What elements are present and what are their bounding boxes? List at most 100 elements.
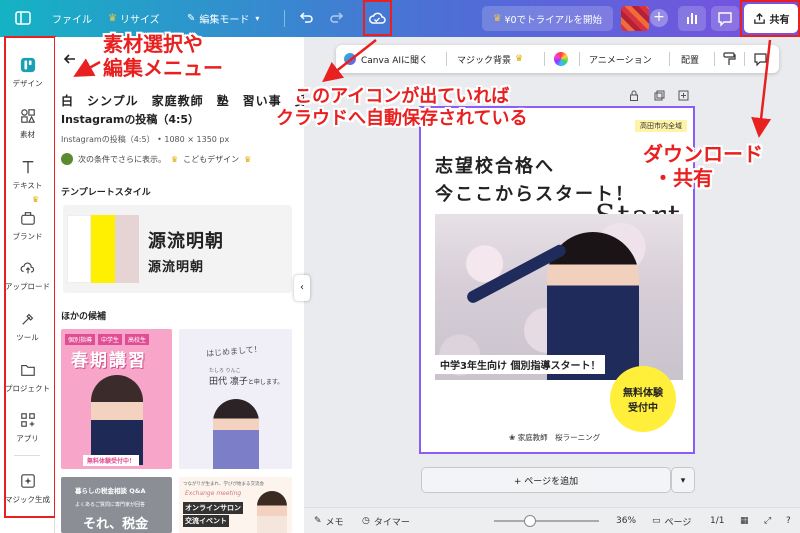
share-highlight-box <box>740 0 800 37</box>
fullscreen-button[interactable]: ⤢ <box>764 508 771 533</box>
design-headline-1[interactable]: 志望校合格へ <box>435 152 555 178</box>
timer-icon: ◷ <box>362 516 370 526</box>
thumb-name-tail: と申します。 <box>247 379 284 386</box>
add-page-icon[interactable] <box>678 90 689 101</box>
template-thumbnail[interactable]: 暮らしの税金相談 Q&A よくあるご質問に専門家が回答 それ、税金 <box>61 477 172 533</box>
thumb-script: Exchange meeting <box>185 490 242 497</box>
thumb-cta: 無料体験受付中！ <box>83 455 140 466</box>
collapse-panel-button[interactable]: ‹ <box>294 275 310 301</box>
canva-ai-label: Canva AIに聞く <box>361 55 429 66</box>
template-thumbnail[interactable]: つながりが生まれ、学びが始まる交流会 Exchange meeting オンライ… <box>179 477 292 533</box>
redo-icon[interactable] <box>328 9 346 27</box>
circle-text-2: 受付中 <box>628 403 658 414</box>
canva-ai-button[interactable]: Canva AIに聞く <box>344 45 428 73</box>
notes-button[interactable]: ✎ メモ <box>314 508 344 533</box>
sidebar-toggle-icon[interactable] <box>14 9 32 27</box>
page-counter: 1/1 <box>710 508 724 533</box>
annotation-text: 編集メニュー <box>103 56 223 80</box>
divider <box>579 52 580 66</box>
other-section-label: ほかの候補 <box>61 312 107 322</box>
crown-icon: ♛ <box>492 13 502 24</box>
color-swatch-pink <box>115 215 139 283</box>
design-footer-text: 家庭教師 桜ラーニング <box>517 433 601 442</box>
design-area-tag[interactable]: 高田市内全域 <box>635 120 687 132</box>
template-thumbnail[interactable]: 個別指導 中学生 高校生 春期講習 無料体験受付中！ <box>61 329 172 469</box>
template-style-card[interactable]: 源流明朝 源流明朝 <box>63 205 292 293</box>
thumb-sub: よくあるご質問に専門家が回答 <box>75 502 146 508</box>
crown-icon: ♛ <box>108 13 117 24</box>
comments-button[interactable] <box>711 6 739 31</box>
add-page-button[interactable]: + ページを追加 <box>421 467 671 493</box>
divider <box>284 10 285 27</box>
animation-button[interactable]: アニメーション <box>589 45 652 73</box>
color-swatch-white <box>67 215 91 283</box>
circle-text-1: 無料体験 <box>623 388 663 399</box>
author-link[interactable]: こどもデザイン <box>183 154 239 165</box>
design-caption[interactable]: 中学3年生向け 個別指導スタート！ <box>435 355 606 374</box>
lock-icon[interactable] <box>629 90 639 101</box>
animation-label: アニメーション <box>589 55 652 66</box>
template-thumbnail[interactable]: はじめまして！ たしろ りんこ 田代 凛子と申します。 <box>179 329 292 469</box>
grid-icon: ▦ <box>740 516 749 526</box>
design-footer[interactable]: ❀ 家庭教師 桜ラーニング <box>509 432 600 443</box>
trial-button[interactable]: ♛ ¥0でトライアルを開始 <box>482 6 613 31</box>
thumb-heading: つながりが生まれ、学びが始まる交流会 <box>183 482 265 487</box>
file-menu[interactable]: ファイル <box>52 0 92 37</box>
page-count: 1/1 <box>710 516 725 526</box>
annotation-text: 素材選択や <box>103 32 203 56</box>
author-avatar <box>61 153 73 165</box>
condition-text: 次の条件でさらに表示。 <box>78 154 166 164</box>
thumb-badge: 中学生 <box>98 334 123 345</box>
back-arrow-icon[interactable] <box>63 52 77 66</box>
color-button[interactable] <box>554 45 568 73</box>
comment-icon <box>718 12 732 27</box>
thumb-badge: 高校生 <box>125 334 150 345</box>
zoom-slider-handle[interactable] <box>524 515 536 527</box>
thumb-sub: 交流イベント <box>183 515 229 527</box>
chevron-left-icon: ‹ <box>300 282 304 293</box>
thumb-title: 春期講習 <box>71 351 147 371</box>
timer-button[interactable]: ◷ タイマー <box>362 508 410 533</box>
context-toolbar: Canva AIに聞く マジック背景 ♛ アニメーション 配置 <box>336 45 779 73</box>
thumb-name-row: 田代 凛子と申します。 <box>209 374 283 387</box>
annotation-text: ダウンロード <box>643 142 763 166</box>
divider <box>446 52 447 66</box>
pages-label: ページ <box>664 517 692 528</box>
thumb-title: オンラインサロン <box>183 502 243 514</box>
undo-icon[interactable] <box>297 9 315 27</box>
annotation-text: このアイコンが出ていれば <box>294 86 510 107</box>
add-collaborator-button[interactable]: + <box>650 9 668 27</box>
duplicate-page-icon[interactable] <box>654 90 665 101</box>
design-circle[interactable]: 無料体験 受付中 <box>610 366 676 432</box>
timer-label: タイマー <box>373 517 410 528</box>
magic-background-label: マジック背景 <box>457 55 512 66</box>
magic-background-button[interactable]: マジック背景 ♛ <box>457 45 523 73</box>
pages-button[interactable]: ▭ ページ <box>652 508 691 533</box>
comment-add-icon[interactable] <box>753 52 768 66</box>
template-panel: 白 シンプル 家庭教師 塾 習い事 受 Instagramの投稿（4:5） In… <box>55 37 304 533</box>
template-meta: Instagramの投稿（4:5） • 1080 × 1350 px <box>61 135 230 144</box>
avatar[interactable] <box>621 6 649 31</box>
font-sample-small: 源流明朝 <box>148 260 205 275</box>
thumb-heading: 暮らしの税金相談 Q&A <box>75 487 146 495</box>
paint-roller-icon[interactable] <box>722 52 736 66</box>
notes-icon: ✎ <box>314 516 322 526</box>
add-page-dropdown[interactable]: ▾ <box>671 467 695 493</box>
logo-icon: ❀ <box>509 433 516 442</box>
style-section-label: テンプレートスタイル <box>61 188 151 198</box>
thumb-photo <box>91 375 143 465</box>
crown-icon: ♛ <box>171 154 179 164</box>
zoom-slider[interactable] <box>494 515 599 527</box>
zoom-level[interactable]: 36% <box>616 508 636 533</box>
grid-view-button[interactable]: ▦ <box>740 508 749 533</box>
insights-button[interactable] <box>678 6 706 31</box>
thumb-heading: はじめまして！ <box>205 344 263 359</box>
position-button[interactable]: 配置 <box>681 45 699 73</box>
fullscreen-icon: ⤢ <box>764 516 772 526</box>
help-icon: ? <box>786 516 791 526</box>
file-menu-label: ファイル <box>52 15 92 26</box>
help-button[interactable]: ? <box>786 508 791 533</box>
notes-label: メモ <box>325 517 344 528</box>
annotation-share: ダウンロード ・共有 <box>643 142 763 190</box>
zoom-value: 36% <box>616 516 637 526</box>
